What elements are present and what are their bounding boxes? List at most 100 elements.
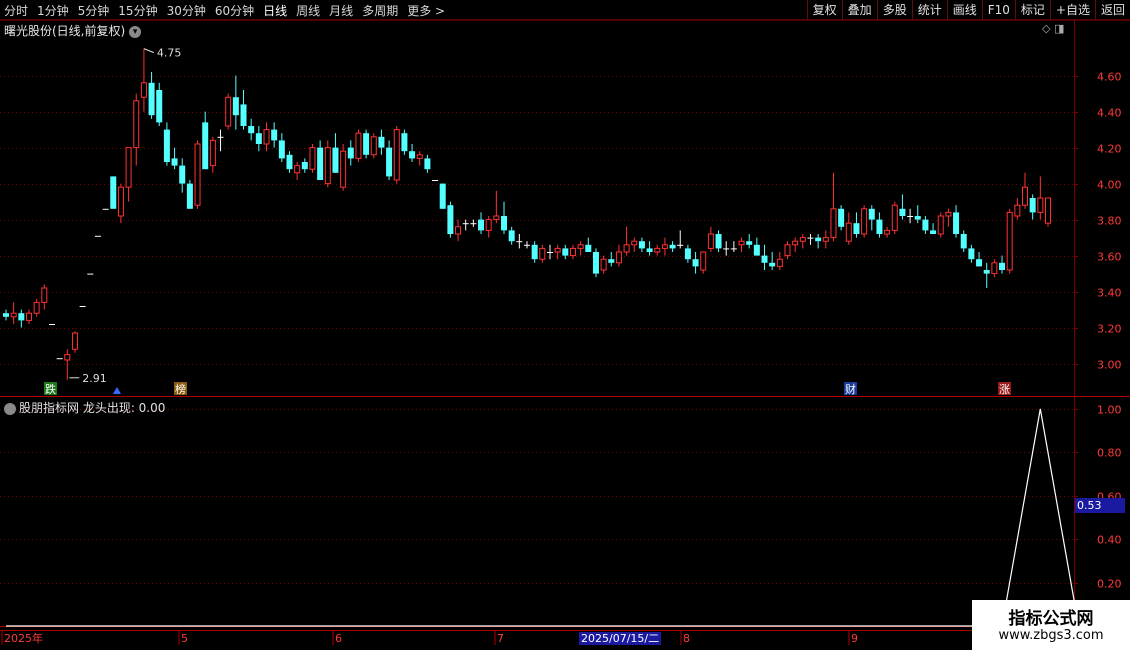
stock-title: 曙光股份(日线,前复权) (4, 24, 126, 38)
candle-body (393, 129, 400, 181)
time-axis-label: 6 (335, 632, 342, 645)
candle-body (845, 222, 852, 242)
candle-body (524, 244, 530, 246)
candle-body (822, 237, 829, 242)
candle-body (64, 354, 71, 361)
y-tick-label-sub: 1.00 (1097, 404, 1122, 417)
event-badge-label: 榜 (175, 382, 186, 396)
event-badge-label: 涨 (999, 383, 1010, 396)
candle-body (692, 259, 699, 267)
candle-body (853, 223, 860, 234)
candle-body (799, 237, 806, 242)
watermark-title: 指标公式网 (1008, 609, 1094, 629)
candle-body (592, 252, 599, 274)
candle-body (148, 82, 155, 116)
candle-body (922, 219, 929, 231)
candle-body (838, 208, 845, 227)
candle-body (976, 259, 983, 267)
candle-body (1037, 197, 1044, 213)
candle-body (125, 147, 132, 188)
candle-body (462, 223, 469, 225)
candle-body (317, 147, 324, 180)
candle-body (248, 126, 255, 134)
candle-body (861, 208, 868, 235)
candle-body (960, 234, 967, 249)
candle-body (661, 244, 668, 249)
watermark-logo: 指标公式网 www.zbgs3.com (972, 600, 1130, 650)
event-marker-icon (113, 387, 121, 394)
candle-body (876, 219, 883, 234)
candle-body (937, 215, 944, 235)
event-badge-label: 财 (845, 382, 856, 396)
chevron-down-icon[interactable]: ▾ (129, 25, 142, 38)
candle-body (163, 129, 170, 162)
cursor-date-tag: 2025/07/15/二 (579, 632, 662, 645)
candle-body (294, 165, 301, 174)
candle-body (569, 247, 576, 257)
candle-body (79, 306, 86, 307)
candle-body (914, 216, 921, 220)
candle-body (1006, 211, 1013, 271)
candle-body (669, 244, 676, 249)
window-toggle-icon[interactable]: ◨ (1054, 22, 1064, 35)
candle-body (638, 241, 645, 249)
candle-body (623, 244, 630, 253)
candle-body (240, 104, 247, 126)
time-axis-label: 2025年 (4, 631, 43, 645)
candle-body (615, 251, 622, 264)
y-tick-label: 3.60 (1097, 251, 1122, 264)
candle-body (56, 358, 63, 360)
candle-body (286, 154, 293, 170)
candle-body (1045, 197, 1051, 224)
candle-body (654, 247, 661, 253)
candle-body (447, 205, 454, 234)
candle-body (585, 244, 592, 252)
candle-body (577, 244, 584, 249)
high-label: 4.75 (157, 47, 182, 60)
y-tick-label: 4.20 (1097, 143, 1122, 156)
candle-body (439, 183, 446, 209)
candle-body (94, 235, 101, 237)
candle-body (363, 133, 370, 155)
candle-body (945, 211, 952, 217)
candle-body (899, 208, 906, 216)
candle-body (776, 258, 783, 267)
candle-body (792, 240, 799, 246)
candle-body (41, 287, 48, 303)
candle-body (769, 262, 776, 267)
candle-body (684, 248, 691, 260)
candle-body (815, 237, 822, 242)
candle-body (562, 248, 569, 256)
time-axis-label: 9 (851, 632, 858, 645)
indicator-title: 股朋指标网 龙头出现: 0.00 (4, 399, 165, 416)
y-tick-label-sub: 0.20 (1097, 578, 1122, 591)
candle-body (738, 240, 745, 246)
candle-body (424, 158, 431, 170)
low-label: 2.91 (82, 372, 107, 385)
candle-body (600, 258, 607, 271)
candle-body (18, 313, 25, 321)
candle-body (71, 332, 78, 350)
high-pointer (143, 48, 155, 54)
diamond-icon[interactable]: ◇ (1042, 22, 1050, 35)
candle-body (33, 301, 40, 314)
candle-body (700, 251, 707, 271)
candle-body (378, 136, 385, 148)
y-tick-label-sub: 0.80 (1097, 447, 1122, 460)
indicator-menu-icon[interactable] (4, 402, 16, 415)
candle-body (140, 82, 147, 98)
indicator-value-tag: 0.53 (1075, 498, 1125, 513)
candle-body (102, 208, 109, 210)
candle-body (263, 129, 270, 145)
kline-chart[interactable]: 4.60 4.40 4.20 4.00 3.80 3.60 3.40 3.20 3.00 4.75… (0, 0, 1130, 650)
candle-body (217, 136, 224, 138)
y-tick-label: 3.40 (1097, 287, 1122, 300)
indicator-line (6, 408, 1080, 627)
candle-body (340, 150, 347, 188)
candle-body (991, 262, 998, 275)
candle-body (1022, 186, 1029, 206)
candle-body (646, 248, 653, 252)
y-tick-label: 4.00 (1097, 179, 1122, 192)
candle-body (48, 324, 55, 325)
candle-body (416, 154, 423, 159)
